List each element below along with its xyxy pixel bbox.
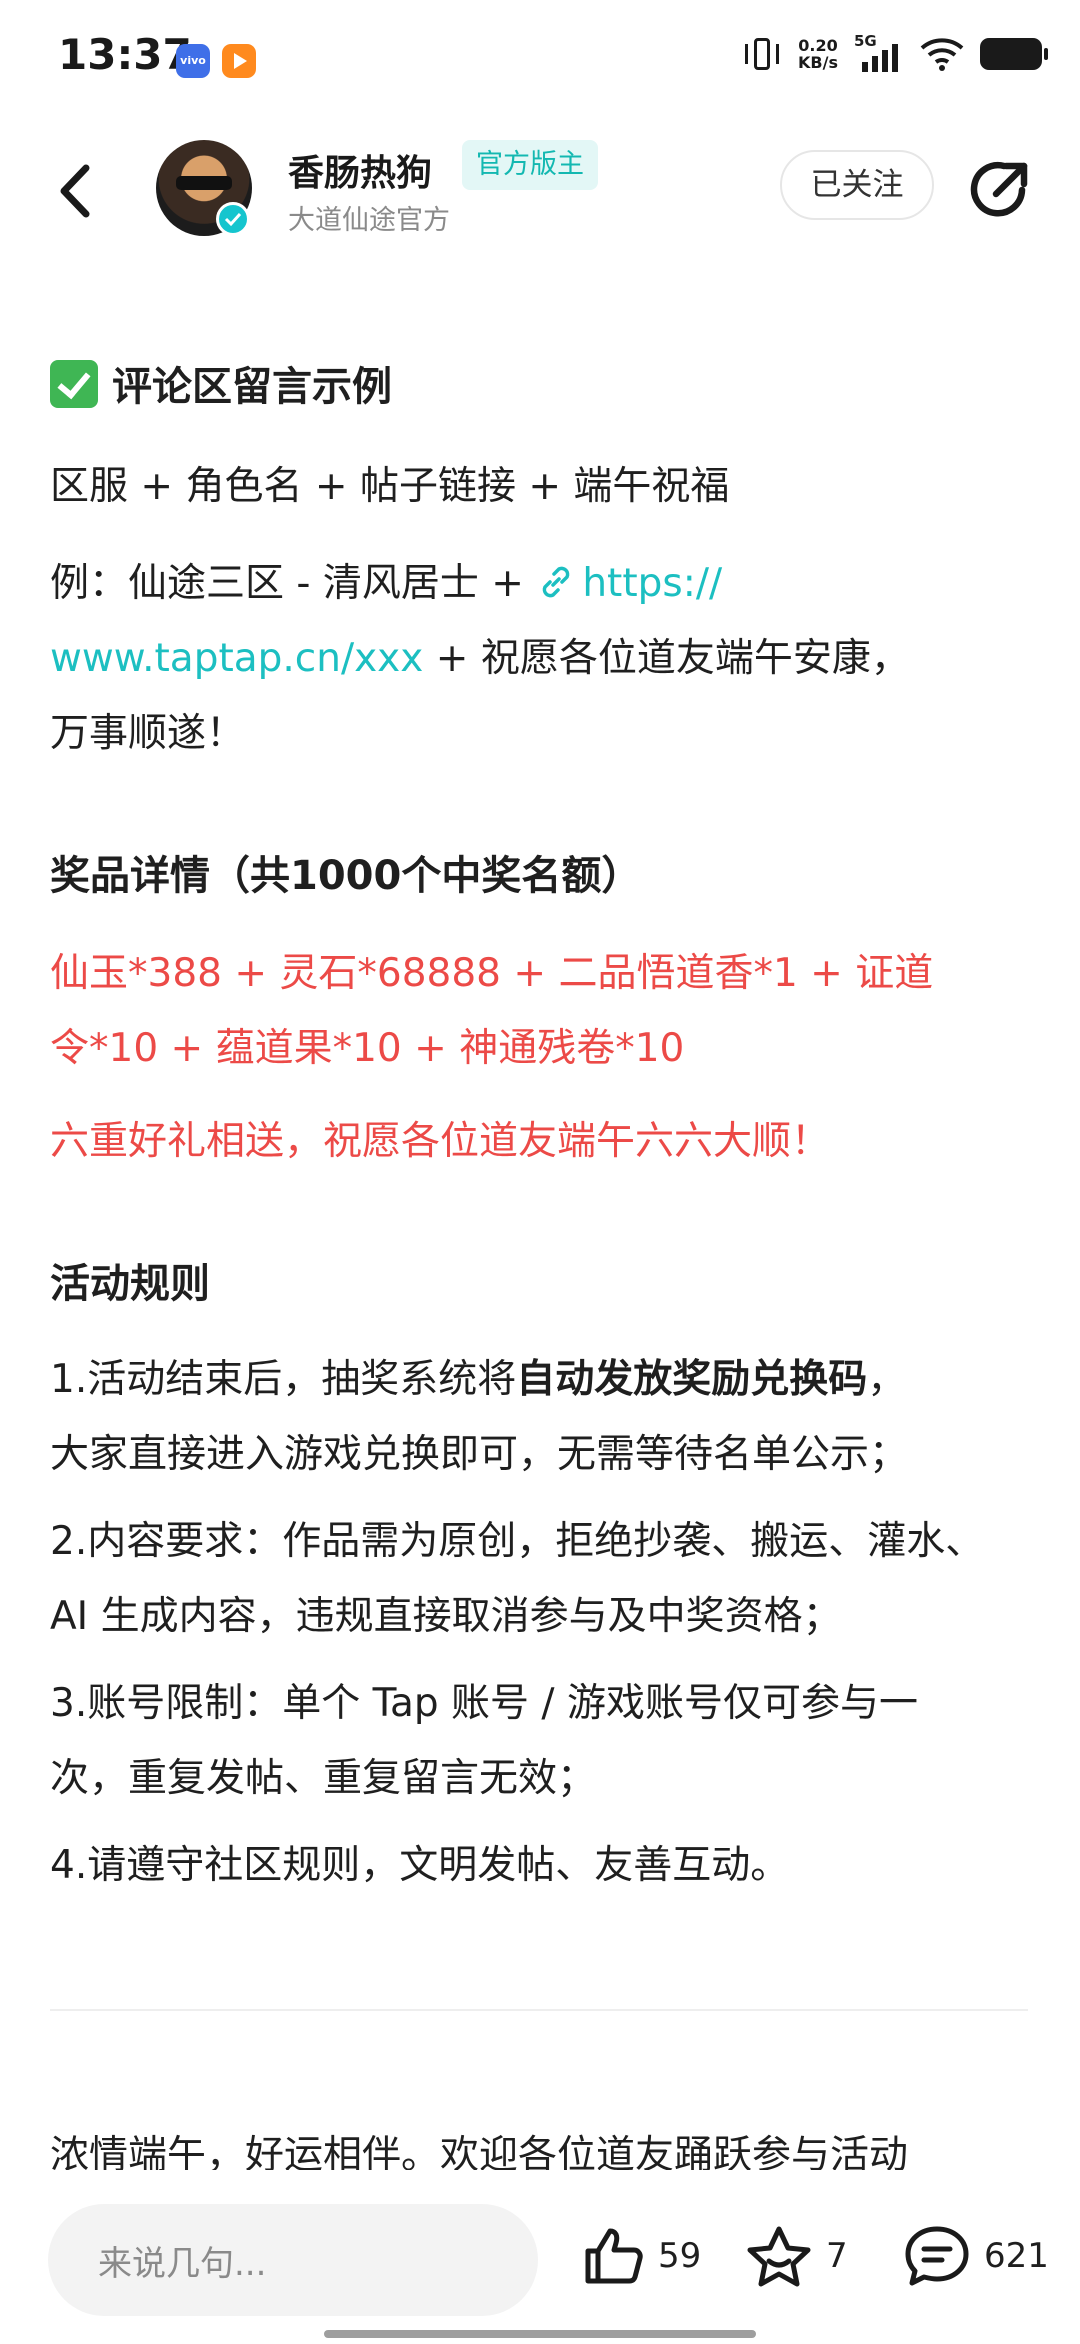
rule-1-text: 1.活动结束后，抽奖系统将	[50, 1357, 517, 1402]
example-suffix: + 祝愿各位道友端午安康，	[423, 636, 910, 681]
video-app-icon	[222, 44, 256, 78]
status-bar: 13:37 vivo 0.20 KB/s 5G	[0, 0, 1080, 120]
comment-example-heading: 评论区留言示例	[50, 350, 1040, 425]
rule-1-line-2: 大家直接进入游戏兑换即可，无需等待名单公示；	[50, 1432, 909, 1477]
example-link-continued[interactable]: www.taptap.cn/xxx	[50, 636, 423, 681]
vibrate-icon	[742, 34, 782, 74]
example-link[interactable]: https://	[582, 561, 722, 606]
net-speed-unit: KB/s	[798, 53, 838, 72]
comment-placeholder: 来说几句...	[98, 2244, 267, 2284]
comment-example-heading-text: 评论区留言示例	[112, 364, 392, 410]
rules-heading: 活动规则	[50, 1261, 210, 1307]
link-icon	[543, 566, 570, 598]
signal-icon: 5G	[854, 32, 904, 74]
status-time: 13:37	[58, 30, 192, 79]
net-speed-value: 0.20	[798, 36, 838, 55]
example-line-3: 万事顺遂！	[50, 711, 246, 756]
rule-3-line-1: 3.账号限制：单个 Tap 账号 / 游戏账号仅可参与一	[50, 1681, 918, 1726]
section-divider	[50, 2009, 1028, 2011]
comment-bubble-icon	[905, 2226, 969, 2286]
rule-1-line-1: 1.活动结束后，抽奖系统将自动发放奖励兑换码，	[50, 1342, 1040, 1417]
home-indicator[interactable]	[324, 2330, 756, 2338]
prize-line-2: 令*10 + 蕴道果*10 + 神通残卷*10	[50, 1026, 685, 1071]
rule-4: 4.请遵守社区规则，文明发帖、友善互动。	[50, 1843, 790, 1888]
example-line-2: www.taptap.cn/xxx + 祝愿各位道友端午安康，	[50, 621, 1040, 696]
favorite-button[interactable]: 7	[744, 2214, 848, 2298]
verified-icon	[216, 202, 250, 236]
bottom-action-bar: 来说几句... 59 7 621	[0, 2170, 1080, 2344]
rule-3-line-2: 次，重复发帖、重复留言无效；	[50, 1756, 597, 1801]
status-icons: 0.20 KB/s 5G	[742, 32, 1048, 74]
author-name[interactable]: 香肠热狗	[288, 144, 432, 196]
prize-heading: 奖品详情（共1000个中奖名额）	[50, 853, 642, 899]
back-button[interactable]	[46, 156, 106, 226]
example-line-1: 例：仙途三区 - 清风居士 + https://	[50, 546, 1040, 621]
prize-line-1: 仙玉*388 + 灵石*68888 + 二品悟道香*1 + 证道	[50, 951, 934, 996]
rule-1-comma: ，	[867, 1357, 907, 1402]
comment-count: 621	[984, 2236, 1049, 2276]
star-icon	[747, 2226, 811, 2287]
like-button[interactable]: 59	[580, 2214, 701, 2298]
comment-input[interactable]: 来说几句...	[48, 2204, 538, 2316]
official-moderator-badge: 官方版主	[462, 140, 598, 190]
share-icon[interactable]	[966, 154, 1036, 224]
post-body: 评论区留言示例 区服 + 角色名 + 帖子链接 + 端午祝福 例：仙途三区 - …	[50, 258, 1040, 1903]
rule-2-line-2: AI 生成内容，违规直接取消参与及中奖资格；	[50, 1594, 842, 1639]
example-prefix: 例：仙途三区 - 清风居士 +	[50, 561, 537, 606]
like-count: 59	[658, 2236, 702, 2276]
vivo-icon: vivo	[176, 44, 210, 78]
follow-button[interactable]: 已关注	[780, 150, 934, 220]
comment-format: 区服 + 角色名 + 帖子链接 + 端午祝福	[50, 464, 730, 509]
thumbs-up-icon	[585, 2228, 643, 2284]
rule-1-bold: 自动发放奖励兑换码	[516, 1357, 868, 1402]
comments-button[interactable]: 621	[902, 2214, 1049, 2298]
post-header: 香肠热狗 官方版主 大道仙途官方 已关注	[0, 120, 1080, 258]
rule-2-line-1: 2.内容要求：作品需为原创，拒绝抄袭、搬运、灌水、	[50, 1519, 985, 1564]
prize-tagline: 六重好礼相送，祝愿各位道友端午六六大顺！	[50, 1119, 831, 1164]
check-mark-icon	[50, 360, 98, 408]
wifi-icon	[920, 38, 964, 71]
favorite-count: 7	[826, 2236, 848, 2276]
author-subtitle: 大道仙途官方	[288, 205, 450, 236]
net-speed: 0.20 KB/s	[798, 37, 838, 71]
battery-icon	[980, 38, 1048, 70]
